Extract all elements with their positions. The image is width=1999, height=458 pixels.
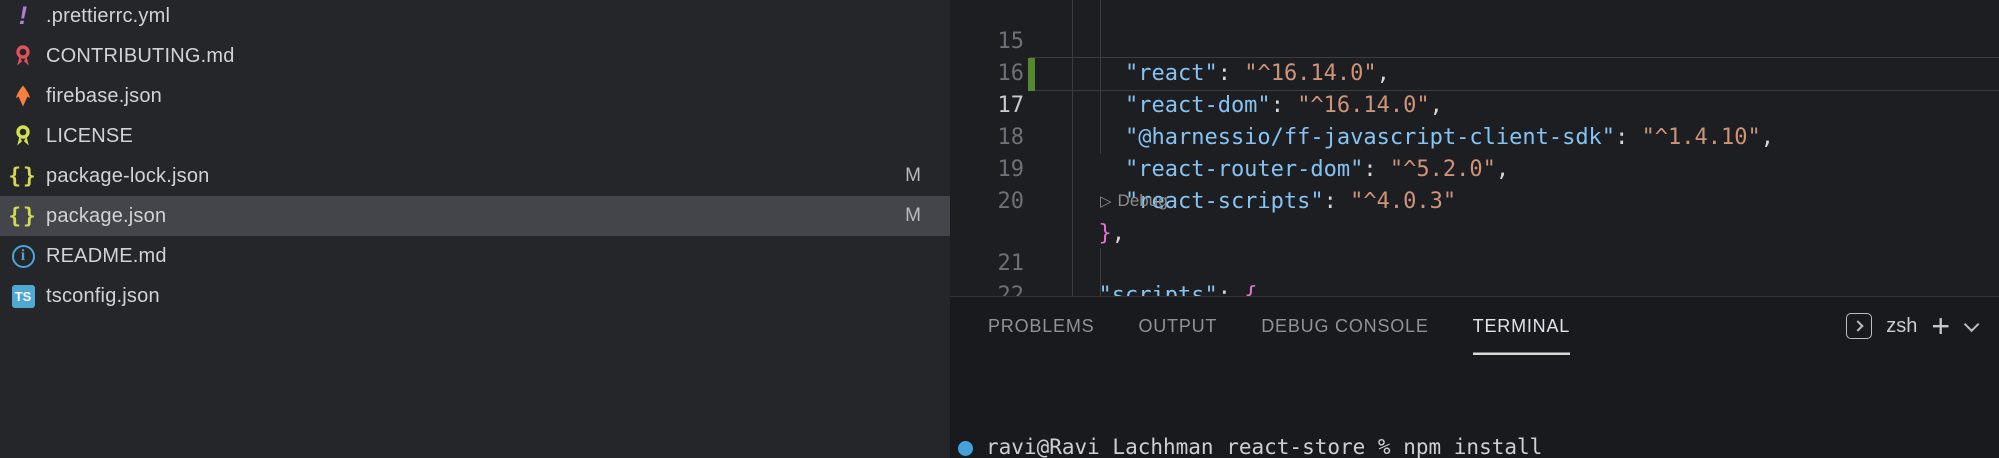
- json-braces-icon: {}: [10, 163, 36, 189]
- terminal-icon[interactable]: [1846, 313, 1872, 339]
- terminal-output[interactable]: ravi@Ravi Lachhman react-store % npm ins…: [950, 355, 1999, 458]
- file-name: package.json: [46, 205, 166, 228]
- ribbon-yellow-icon: [10, 123, 36, 149]
- git-modified-badge: M: [898, 165, 928, 187]
- code-line[interactable]: 18 "react-router-dom": "^5.2.0",: [950, 90, 1999, 122]
- tab-debug-console[interactable]: DEBUG CONSOLE: [1261, 297, 1428, 355]
- play-outline-icon: ▷: [1100, 193, 1112, 210]
- code-line[interactable]: 19 "react-scripts": "^4.0.3": [950, 122, 1999, 154]
- bottom-panel: PROBLEMS OUTPUT DEBUG CONSOLE TERMINAL z…: [950, 296, 1999, 458]
- panel-controls: zsh +: [1846, 297, 1975, 355]
- file-row-license[interactable]: LICENSE: [0, 116, 950, 156]
- code-line-current[interactable]: 17 "@harnessio/ff-javascript-client-sdk"…: [950, 58, 1999, 90]
- file-name: README.md: [46, 245, 167, 268]
- codelens-debug-action[interactable]: ▷Debug: [1100, 186, 1168, 216]
- flame-icon: [10, 83, 36, 109]
- file-row-tsconfig[interactable]: TS tsconfig.json: [0, 276, 950, 316]
- code-line[interactable]: 21 "scripts": {: [950, 216, 1999, 248]
- new-terminal-icon[interactable]: +: [1931, 313, 1950, 339]
- shell-label[interactable]: zsh: [1886, 315, 1917, 338]
- file-name: LICENSE: [46, 125, 133, 148]
- explorer-sidebar: ! .prettierrc.yml CONTRIBUTING.md fireba…: [0, 0, 950, 458]
- code-line[interactable]: 15 "react": "^16.14.0",: [950, 0, 1999, 26]
- code-line[interactable]: 22 "lint": "eslint .",: [950, 248, 1999, 280]
- terminal-command-line: ravi@Ravi Lachhman react-store % npm ins…: [986, 435, 1542, 458]
- file-row-firebase[interactable]: firebase.json: [0, 76, 950, 116]
- tab-output[interactable]: OUTPUT: [1138, 297, 1217, 355]
- command-decoration-icon: [958, 441, 973, 456]
- vscode-window: ! .prettierrc.yml CONTRIBUTING.md fireba…: [0, 0, 1999, 458]
- file-row-package-lock[interactable]: {} package-lock.json M: [0, 156, 950, 196]
- file-name: CONTRIBUTING.md: [46, 45, 235, 68]
- file-row-prettierrc[interactable]: ! .prettierrc.yml: [0, 0, 950, 36]
- code-line[interactable]: 20 },: [950, 154, 1999, 186]
- prettier-icon: !: [10, 3, 36, 29]
- code-line-clipped[interactable]: 23 "start": "react-scripts start",: [950, 280, 1999, 296]
- file-name: package-lock.json: [46, 165, 210, 188]
- file-row-readme[interactable]: i README.md: [0, 236, 950, 276]
- json-braces-icon: {}: [10, 203, 36, 229]
- file-row-package-json[interactable]: {} package.json M: [0, 196, 950, 236]
- file-row-contributing[interactable]: CONTRIBUTING.md: [0, 36, 950, 76]
- file-name: tsconfig.json: [46, 285, 160, 308]
- chevron-down-icon[interactable]: [1964, 316, 1980, 332]
- ribbon-red-icon: [10, 43, 36, 69]
- file-name: .prettierrc.yml: [46, 5, 170, 28]
- code-line[interactable]: 16 "react-dom": "^16.14.0",: [950, 26, 1999, 58]
- typescript-icon: TS: [10, 283, 36, 309]
- code-editor[interactable]: 15 "react": "^16.14.0", 16 "react-dom": …: [950, 0, 1999, 296]
- tab-problems[interactable]: PROBLEMS: [988, 297, 1094, 355]
- git-modified-badge: M: [898, 205, 928, 227]
- file-name: firebase.json: [46, 85, 162, 108]
- line-number: 20: [950, 186, 1024, 218]
- info-icon: i: [10, 243, 36, 269]
- panel-tab-bar: PROBLEMS OUTPUT DEBUG CONSOLE TERMINAL: [988, 297, 1570, 355]
- tab-terminal[interactable]: TERMINAL: [1473, 297, 1570, 355]
